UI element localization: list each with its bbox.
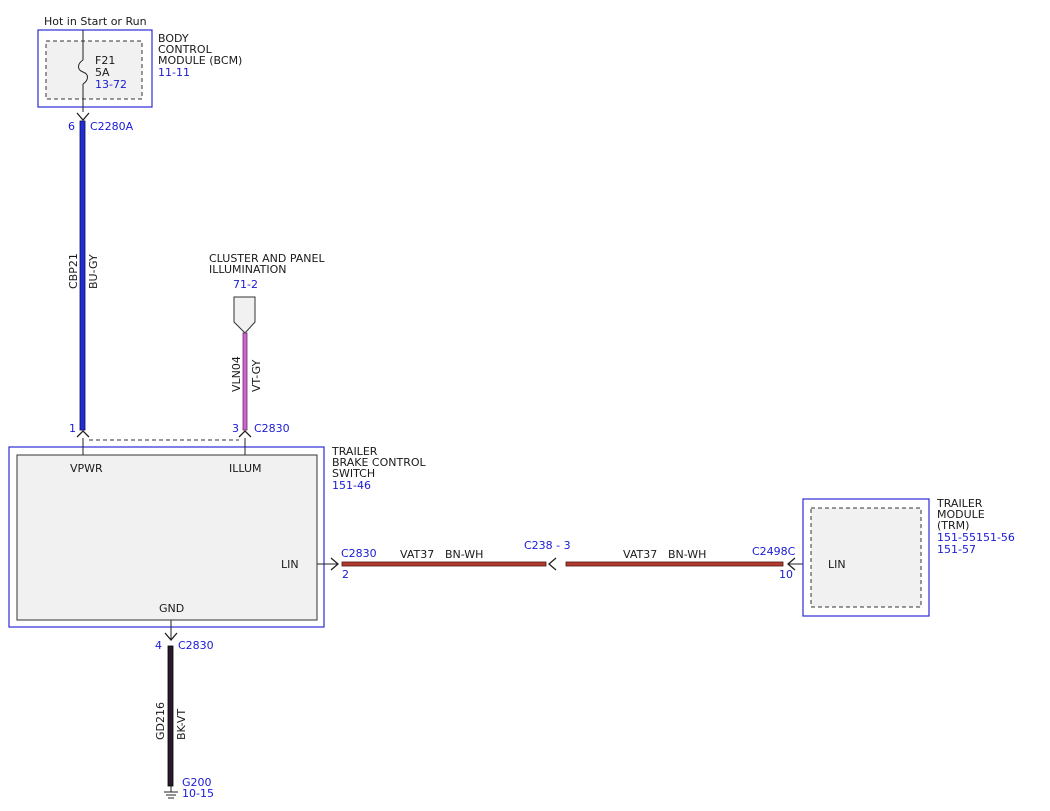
bcm-connector-chevron-icon (76, 112, 90, 121)
trm-label-lin: LIN (828, 558, 846, 571)
ground-symbol-icon (164, 786, 178, 799)
tbcs-ref[interactable]: 151-46 (332, 479, 371, 492)
wire-vat37-seg2-color-code: BN-WH (668, 548, 706, 561)
wire-vln04-circuit: VLN04 (230, 356, 243, 392)
wiring-diagram: Hot in Start or Run BODY CONTROL MODULE … (8, 15, 1015, 800)
bcm-inner-box (45, 40, 143, 100)
tbcs-label-lin: LIN (281, 558, 299, 571)
wire-vat37-seg1-color-code: BN-WH (445, 548, 483, 561)
wire-vln04[interactable] (242, 332, 248, 431)
fuse-ref[interactable]: 13-72 (95, 78, 127, 91)
tbcs-connector-lin[interactable]: C2830 (341, 547, 377, 560)
inline-connector-label[interactable]: C238 - 3 (524, 539, 571, 552)
tbcs-vpwr-chevron-icon (76, 430, 90, 438)
wire-vln04-color-code: VT-GY (250, 359, 263, 392)
power-label: Hot in Start or Run (44, 15, 147, 28)
wire-cbp21[interactable] (79, 120, 86, 431)
tbcs-illum-chevron-icon (238, 430, 252, 438)
illumination-name-line-2: ILLUMINATION (209, 263, 287, 276)
wire-cbp21-color-code: BU-GY (87, 254, 100, 289)
tbcs-pin-vpwr: 1 (69, 422, 76, 435)
tbcs-module[interactable] (8, 446, 325, 628)
wire-gd216[interactable] (167, 645, 174, 787)
wire-vat37-segment-1[interactable] (341, 561, 547, 567)
wire-vat37-segment-2[interactable] (565, 561, 784, 567)
trm-connector[interactable]: C2498C (752, 545, 796, 558)
tbcs-pin-illum: 3 (232, 422, 239, 435)
tbcs-connector-gnd[interactable]: C2830 (178, 639, 214, 652)
bcm-connector[interactable]: C2280A (90, 120, 134, 133)
tbcs-label-vpwr: VPWR (70, 462, 103, 475)
ground-ref[interactable]: 10-15 (182, 787, 214, 800)
inline-connector-chevron-icon (548, 557, 557, 571)
tbcs-pin-gnd: 4 (155, 639, 162, 652)
illumination-ref[interactable]: 71-2 (233, 278, 258, 291)
wire-vat37-seg1-circuit: VAT37 (400, 548, 434, 561)
illumination-connector-icon (233, 296, 256, 334)
wire-gd216-color-code: BK-VT (175, 709, 188, 740)
tbcs-connector-top[interactable]: C2830 (254, 422, 290, 435)
wire-gd216-circuit: GD216 (154, 702, 167, 740)
wire-vat37-seg2-circuit: VAT37 (623, 548, 657, 561)
bcm-pin: 6 (68, 120, 75, 133)
bcm-ref[interactable]: 11-11 (158, 66, 190, 79)
tbcs-inner-box (16, 454, 318, 621)
wire-cbp21-circuit: CBP21 (67, 253, 80, 289)
trm-ref-2[interactable]: 151-57 (937, 543, 976, 556)
tbcs-pin-lin: 2 (342, 568, 349, 581)
tbcs-label-illum: ILLUM (229, 462, 262, 475)
trm-pin: 10 (779, 568, 793, 581)
tbcs-label-gnd: GND (159, 602, 184, 615)
trm-module[interactable] (802, 498, 930, 617)
